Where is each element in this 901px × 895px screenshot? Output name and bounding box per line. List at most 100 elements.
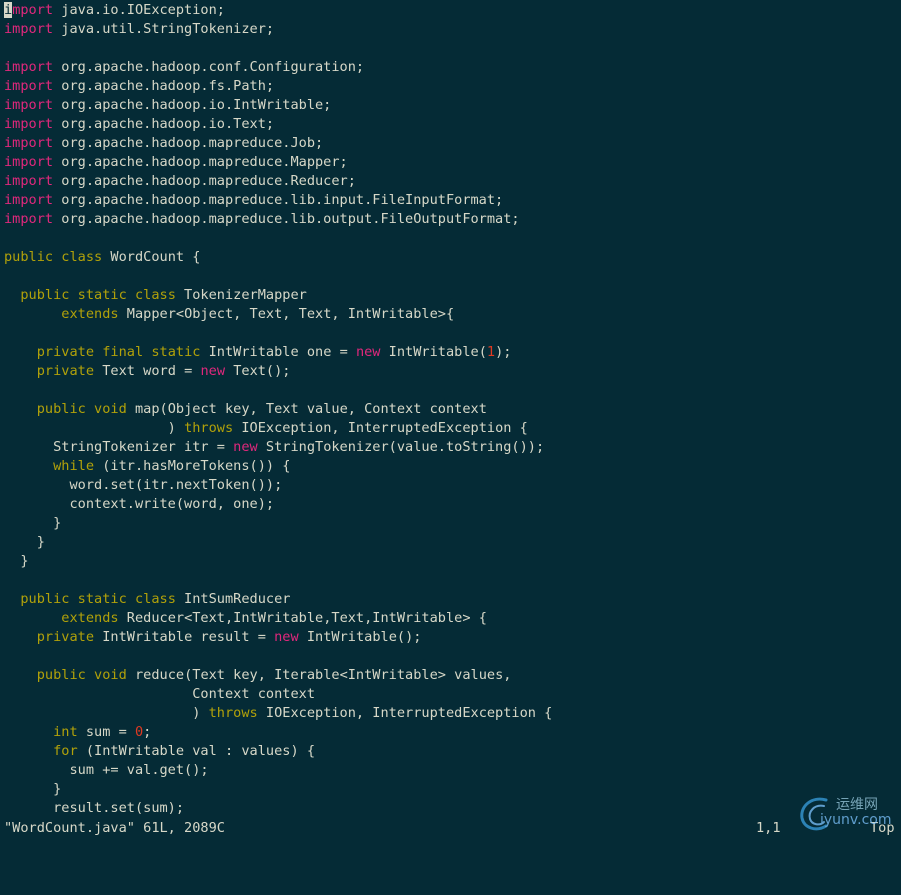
code-line[interactable] [4,324,901,343]
code-token: WordCount { [102,249,201,265]
code-line[interactable]: public void reduce(Text key, Iterable<In… [4,666,901,685]
code-token: import [4,78,54,94]
code-token: IntWritable(); [298,629,422,645]
code-token: org.apache.hadoop.mapreduce.Job; [53,135,324,151]
code-token: result.set(sum); [4,800,185,816]
status-file-info: "WordCount.java" 61L, 2089C [4,820,225,836]
code-line[interactable]: } [4,552,901,571]
code-token: import [4,211,54,227]
code-line[interactable] [4,39,901,58]
code-line[interactable]: word.set(itr.nextToken()); [4,476,901,495]
code-line[interactable]: StringTokenizer itr = new StringTokenize… [4,438,901,457]
code-token: } [4,515,62,531]
code-token: org.apache.hadoop.conf.Configuration; [53,59,365,75]
code-token: extends [61,610,119,626]
code-token: import [4,97,54,113]
code-line[interactable]: sum += val.get(); [4,761,901,780]
watermark-chinese-text: 运维网 [836,797,878,813]
code-token: sum = [77,724,135,740]
code-token: (itr.hasMoreTokens()) { [94,458,291,474]
code-token: 0 [134,724,144,740]
code-line[interactable]: } [4,514,901,533]
code-token: Context context [4,686,315,702]
code-token: public void [36,667,127,683]
code-line[interactable]: extends Reducer<Text,IntWritable,Text,In… [4,609,901,628]
code-token: public static class [20,287,176,303]
code-token: StringTokenizer itr = [4,439,234,455]
code-line[interactable]: public static class TokenizerMapper [4,286,901,305]
code-token: while [53,458,95,474]
code-line[interactable]: import java.util.StringTokenizer; [4,20,901,39]
code-token: org.apache.hadoop.mapreduce.Reducer; [53,173,356,189]
code-line[interactable]: import org.apache.hadoop.mapreduce.Mappe… [4,153,901,172]
code-token: ); [495,344,512,360]
code-line[interactable]: import org.apache.hadoop.mapreduce.lib.o… [4,210,901,229]
code-line[interactable] [4,381,901,400]
code-line[interactable]: public void map(Object key, Text value, … [4,400,901,419]
code-token: 1 [486,344,496,360]
code-line[interactable]: public class WordCount { [4,248,901,267]
code-line[interactable]: ) throws IOException, InterruptedExcepti… [4,704,901,723]
code-token: IntWritable( [380,344,487,360]
code-token: reduce(Text key, Iterable<IntWritable> v… [126,667,512,683]
code-token: org.apache.hadoop.mapreduce.lib.output.F… [53,211,520,227]
code-line[interactable]: private IntWritable result = new IntWrit… [4,628,901,647]
code-line[interactable]: } [4,533,901,552]
code-token: throws [208,705,258,721]
code-line[interactable]: for (IntWritable val : values) { [4,742,901,761]
code-line[interactable]: Context context [4,685,901,704]
code-line[interactable]: import org.apache.hadoop.io.Text; [4,115,901,134]
code-token: org.apache.hadoop.fs.Path; [53,78,275,94]
code-token: } [4,534,45,550]
code-line[interactable]: } [4,780,901,799]
code-line[interactable]: private Text word = new Text(); [4,362,901,381]
code-token: java.io.IOException; [53,2,225,18]
code-token: mport [12,2,54,18]
code-token: Reducer<Text,IntWritable,Text,IntWritabl… [118,610,487,626]
code-token: org.apache.hadoop.mapreduce.Mapper; [53,154,348,170]
code-line[interactable]: import org.apache.hadoop.fs.Path; [4,77,901,96]
code-token: int [53,724,78,740]
code-line[interactable]: extends Mapper<Object, Text, Text, IntWr… [4,305,901,324]
code-line[interactable]: import org.apache.hadoop.conf.Configurat… [4,58,901,77]
code-line[interactable]: private final static IntWritable one = n… [4,343,901,362]
code-line[interactable]: context.write(word, one); [4,495,901,514]
code-token: org.apache.hadoop.io.IntWritable; [53,97,332,113]
code-token: StringTokenizer(value.toString()); [257,439,545,455]
code-line[interactable]: import java.io.IOException; [4,1,901,20]
code-line[interactable] [4,267,901,286]
code-token: public class [4,249,103,265]
code-line[interactable] [4,571,901,590]
code-token: TokenizerMapper [175,287,307,303]
code-line[interactable]: public static class IntSumReducer [4,590,901,609]
code-line[interactable]: int sum = 0; [4,723,901,742]
code-line[interactable]: import org.apache.hadoop.mapreduce.Reduc… [4,172,901,191]
code-token: IntWritable result = [94,629,275,645]
code-token: context.write(word, one); [4,496,275,512]
text-cursor: i [4,2,13,18]
code-token: import [4,21,54,37]
code-line[interactable]: result.set(sum); [4,799,901,818]
code-token: new [233,439,258,455]
code-token: IOException, InterruptedException { [233,420,528,436]
code-line[interactable]: ) throws IOException, InterruptedExcepti… [4,419,901,438]
code-token: import [4,59,54,75]
code-token: private [36,629,95,645]
vim-editor-buffer[interactable]: import java.io.IOException; import java.u… [4,1,901,818]
code-token: IntSumReducer [175,591,291,607]
code-line[interactable]: import org.apache.hadoop.mapreduce.lib.i… [4,191,901,210]
code-line[interactable]: import org.apache.hadoop.io.IntWritable; [4,96,901,115]
code-line[interactable] [4,229,901,248]
code-token: public void [36,401,127,417]
code-token: new [200,363,226,379]
code-line[interactable]: import org.apache.hadoop.mapreduce.Job; [4,134,901,153]
code-line[interactable]: while (itr.hasMoreTokens()) { [4,457,901,476]
code-line[interactable] [4,647,901,666]
